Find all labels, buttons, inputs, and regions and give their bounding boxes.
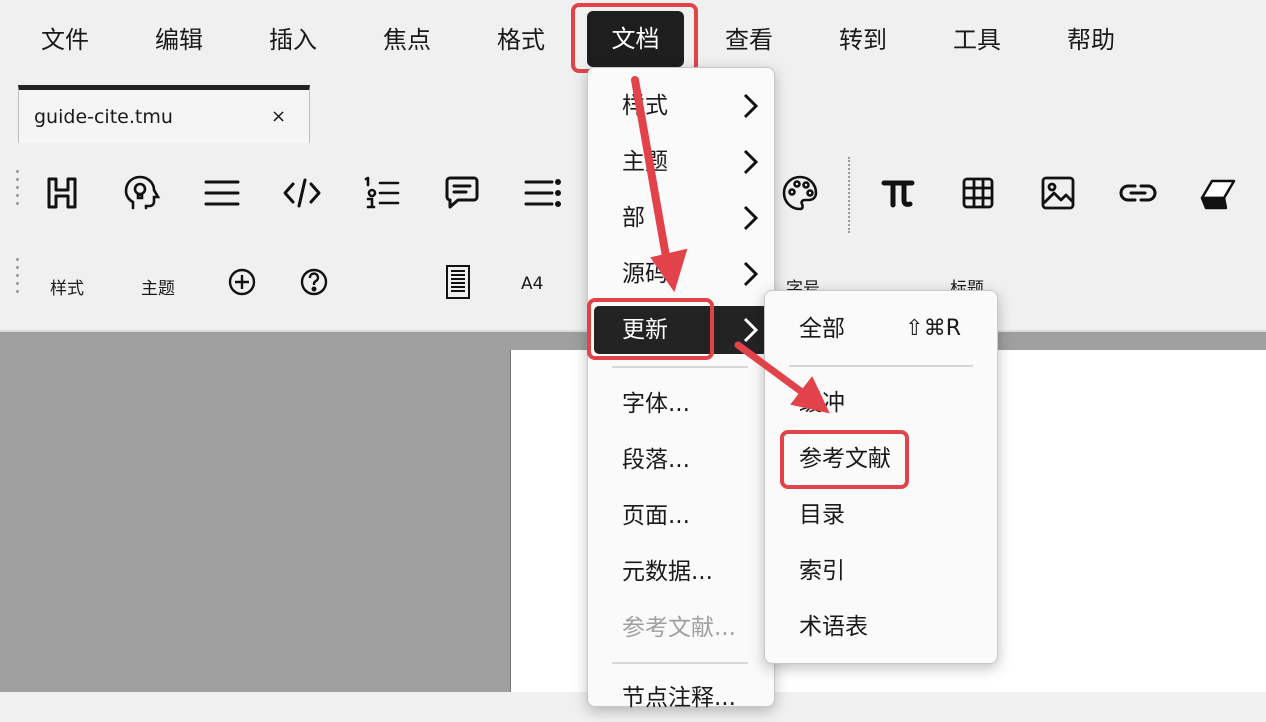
theme-label[interactable]: 主题: [141, 274, 175, 299]
chevron-right-icon: [743, 205, 759, 231]
menu-format[interactable]: 格式: [486, 22, 556, 58]
highlight-box-document: [571, 3, 698, 73]
menu-item-page[interactable]: 页面...: [588, 492, 774, 540]
submenu-item-toc[interactable]: 目录: [765, 491, 997, 539]
menu-help[interactable]: 帮助: [1056, 22, 1126, 58]
palette-icon[interactable]: [780, 173, 820, 213]
align-icon[interactable]: [202, 173, 242, 213]
menu-edit[interactable]: 编辑: [144, 22, 214, 58]
numbered-list-icon[interactable]: [362, 173, 402, 213]
menu-item-metadata[interactable]: 元数据...: [588, 548, 774, 596]
style-label[interactable]: 样式: [50, 274, 84, 299]
menu-item-style[interactable]: 样式: [588, 82, 774, 130]
submenu-item-all[interactable]: 全部 ⇧⌘R: [765, 305, 997, 353]
page-layout-icon[interactable]: [438, 262, 478, 302]
shortcut-label: ⇧⌘R: [905, 316, 961, 341]
code-icon[interactable]: [282, 173, 322, 213]
chevron-right-icon: [743, 317, 759, 343]
menu-item-part[interactable]: 部: [588, 194, 774, 242]
list-icon[interactable]: [522, 173, 562, 213]
menu-item-theme[interactable]: 主题: [588, 138, 774, 186]
submenu-item-glossary[interactable]: 术语表: [765, 603, 997, 651]
menu-separator: [612, 366, 748, 368]
menu-goto[interactable]: 转到: [828, 22, 898, 58]
image-icon[interactable]: [1038, 173, 1078, 213]
tab-title: guide-cite.tmu: [34, 106, 173, 128]
toolbar-separator: [848, 157, 850, 233]
highlight-box-update: [587, 298, 714, 360]
page-size-label[interactable]: A4: [521, 274, 543, 294]
menu-tools[interactable]: 工具: [942, 22, 1012, 58]
chevron-right-icon: [743, 93, 759, 119]
toolbar-grip[interactable]: [16, 170, 20, 210]
menu-item-bibliography: 参考文献...: [622, 615, 736, 641]
help-icon[interactable]: [294, 262, 334, 302]
menu-item-annotations[interactable]: 节点注释...: [588, 674, 774, 722]
menu-item-paragraph[interactable]: 段落...: [588, 436, 774, 484]
menu-view[interactable]: 查看: [714, 22, 784, 58]
submenu-item-buffer[interactable]: 缓冲: [765, 379, 997, 427]
heading-icon[interactable]: [42, 173, 82, 213]
chevron-right-icon: [743, 149, 759, 175]
menu-file[interactable]: 文件: [30, 22, 100, 58]
comment-icon[interactable]: [442, 173, 482, 213]
highlight-box-bibliography: [780, 430, 909, 489]
menu-item-font[interactable]: 字体...: [588, 380, 774, 428]
menu-focus[interactable]: 焦点: [372, 22, 442, 58]
table-icon[interactable]: [958, 173, 998, 213]
menu-item-source[interactable]: 源码: [588, 250, 774, 298]
link-icon[interactable]: [1118, 173, 1158, 213]
brain-icon[interactable]: [121, 173, 161, 213]
document-tab[interactable]: guide-cite.tmu ×: [18, 85, 310, 143]
submenu-item-index[interactable]: 索引: [765, 547, 997, 595]
document-menu: 样式 主题 部 源码 更新 字体... 段落... 页面... 元数据... 参…: [587, 67, 775, 711]
toolbar-grip-2[interactable]: [16, 258, 20, 298]
add-icon[interactable]: [222, 262, 262, 302]
close-icon[interactable]: ×: [271, 106, 286, 127]
pi-icon[interactable]: [878, 173, 918, 213]
chevron-right-icon: [743, 261, 759, 287]
menu-separator: [789, 365, 973, 367]
menu-insert[interactable]: 插入: [258, 22, 328, 58]
eraser-icon[interactable]: [1198, 173, 1238, 213]
menu-separator: [612, 662, 748, 664]
